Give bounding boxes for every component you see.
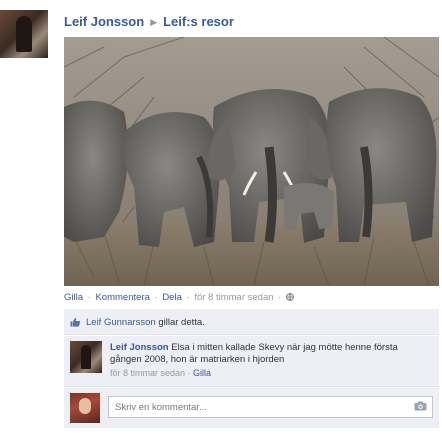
- comment-meta: för 8 timmar sedan · Gilla: [110, 368, 212, 378]
- comment-body: Leif Jonsson Elsa i mitten kallade Skevy…: [110, 342, 430, 365]
- elephant-photo: [64, 37, 439, 286]
- globe-icon[interactable]: [286, 292, 294, 303]
- likes-text: Leif Gunnarsson gillar detta.: [86, 317, 205, 328]
- camera-icon[interactable]: [414, 401, 427, 411]
- separator: ·: [151, 292, 161, 303]
- post-timestamp[interactable]: för 8 timmar sedan: [194, 292, 273, 303]
- comment-link[interactable]: Kommentera: [95, 292, 149, 303]
- avatar-figure: [81, 345, 91, 369]
- separator: ·: [183, 292, 193, 303]
- like-link[interactable]: Gilla: [64, 292, 83, 303]
- separator: ·: [85, 292, 94, 303]
- comment-like-link[interactable]: Gilla: [193, 368, 211, 378]
- avatar-face: [79, 398, 91, 414]
- photo[interactable]: [64, 37, 439, 286]
- comment-avatar[interactable]: [70, 341, 102, 373]
- likes-summary: Leif Gunnarsson gillar detta.: [64, 309, 439, 335]
- comment-input[interactable]: Skriv en kommentar...: [108, 396, 433, 418]
- author-link[interactable]: Leif Jonsson: [64, 14, 144, 29]
- comment-author-link[interactable]: Leif Jonsson: [110, 342, 169, 353]
- separator: ·: [275, 292, 284, 303]
- avatar-figure: [16, 16, 32, 52]
- breadcrumb-arrow-icon: ▶: [150, 17, 158, 27]
- likes-suffix: gillar detta.: [155, 317, 205, 328]
- post-actions: Gilla · Kommentera · Dela · för 8 timmar…: [64, 292, 294, 303]
- comment: Leif Jonsson Elsa i mitten kallade Skevy…: [64, 336, 439, 387]
- liker-link[interactable]: Leif Gunnarsson: [86, 317, 156, 328]
- viewer-avatar: [70, 393, 100, 423]
- comment-composer: Skriv en kommentar...: [64, 388, 439, 428]
- album-link[interactable]: Leif:s resor: [163, 14, 234, 29]
- author-avatar[interactable]: [0, 10, 48, 58]
- comment-timestamp[interactable]: för 8 timmar sedan: [110, 368, 185, 378]
- breadcrumb: Leif Jonsson ▶ Leif:s resor: [64, 14, 234, 29]
- thumbs-up-icon: [70, 317, 81, 327]
- share-link[interactable]: Dela: [162, 292, 182, 303]
